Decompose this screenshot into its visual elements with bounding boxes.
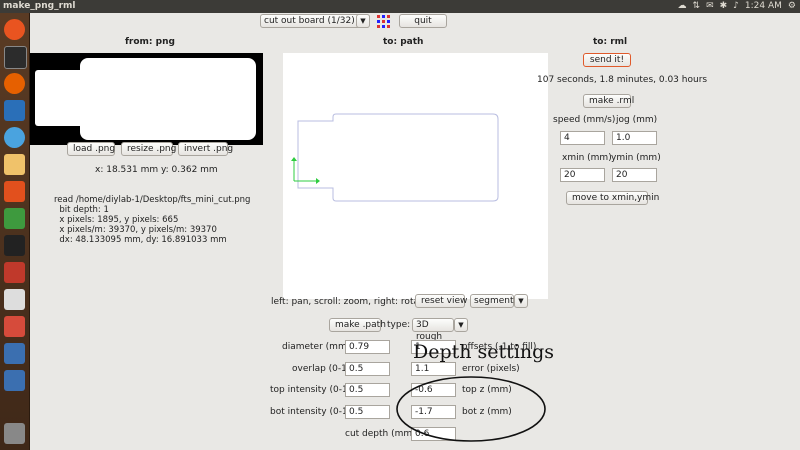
calc-icon[interactable] — [4, 208, 25, 229]
ymin-input[interactable]: 20 — [612, 168, 657, 182]
cursor-coords: x: 18.531 mm y: 0.362 mm — [95, 165, 218, 175]
grid-icon[interactable] — [377, 15, 390, 28]
top-intensity-input[interactable]: 0.5 — [345, 383, 390, 397]
load-png-button[interactable]: load .png — [67, 142, 115, 156]
job-time: 107 seconds, 1.8 minutes, 0.03 hours — [537, 75, 708, 85]
jog-input[interactable]: 1.0 — [612, 131, 657, 145]
overlap-label: overlap (0-1) — [292, 364, 351, 374]
overlap-input[interactable]: 0.5 — [345, 362, 390, 376]
quit-button[interactable]: quit — [399, 14, 447, 28]
python-idle-icon[interactable] — [4, 370, 25, 391]
top-panel: make_png_rml ☁ ⇅ ✉ ✱ ♪ 1:24 AM ⚙ — [0, 0, 800, 13]
annotation-circle — [396, 376, 546, 442]
ubuntu-home-icon[interactable] — [4, 19, 25, 40]
system-settings-icon[interactable] — [4, 289, 25, 310]
inkscape-icon[interactable] — [4, 235, 25, 256]
send-it-button[interactable]: send it! — [583, 53, 631, 67]
chevron-down-icon[interactable]: ▼ — [514, 294, 528, 308]
diameter-label: diameter (mm) — [282, 342, 351, 352]
launcher — [0, 13, 30, 450]
png-info: read /home/diylab-1/Desktop/fts_mini_cut… — [54, 195, 251, 245]
chevron-down-icon[interactable]: ▼ — [454, 318, 468, 332]
volume-icon[interactable]: ♪ — [733, 0, 739, 13]
trash-icon[interactable] — [4, 423, 25, 444]
app-icon[interactable] — [4, 316, 25, 337]
board-select[interactable]: cut out board (1/32) — [260, 14, 370, 28]
bot-intensity-label: bot intensity (0-1) — [270, 407, 352, 417]
text-editor-icon[interactable] — [4, 154, 25, 175]
clock[interactable]: 1:24 AM — [745, 0, 782, 13]
python-icon[interactable] — [4, 343, 25, 364]
path-canvas[interactable] — [283, 53, 548, 299]
diameter-input[interactable]: 0.79 — [345, 340, 390, 354]
invert-png-button[interactable]: invert .png — [178, 142, 233, 156]
settings-tool-icon[interactable] — [4, 262, 25, 283]
to-rml-header: to: rml — [593, 37, 628, 47]
reset-view-button[interactable]: reset view — [415, 294, 467, 308]
chevron-down-icon[interactable]: ▼ — [356, 14, 370, 28]
speed-input[interactable]: 4 — [560, 131, 605, 145]
from-png-header: from: png — [125, 37, 175, 47]
to-path-header: to: path — [383, 37, 424, 47]
cloud-icon[interactable]: ☁ — [678, 0, 687, 13]
make-path-button[interactable]: make .path — [329, 318, 386, 332]
terminal-icon[interactable] — [4, 46, 27, 69]
view-hint: left: pan, scroll: zoom, right: rotate — [271, 297, 429, 307]
speed-label: speed (mm/s) — [553, 115, 616, 125]
ymin-label: ymin (mm) — [611, 153, 661, 163]
system-tray: ☁ ⇅ ✉ ✱ ♪ 1:24 AM ⚙ — [678, 0, 796, 13]
settings-gear-icon[interactable]: ⚙ — [788, 0, 796, 13]
bot-intensity-input[interactable]: 0.5 — [345, 405, 390, 419]
xmin-label: xmin (mm) — [562, 153, 612, 163]
top-intensity-label: top intensity (0-1) — [270, 385, 352, 395]
app-window: cut out board (1/32) ▼ quit from: png lo… — [30, 13, 800, 450]
software-center-icon[interactable] — [4, 181, 25, 202]
network-icon[interactable]: ⇅ — [693, 0, 701, 13]
make-rml-button[interactable]: make .rml — [583, 94, 634, 108]
bluetooth-icon[interactable]: ✱ — [720, 0, 728, 13]
resize-png-button[interactable]: resize .png — [121, 142, 176, 156]
png-preview — [30, 53, 263, 145]
path-preview — [291, 113, 499, 202]
xmin-input[interactable]: 20 — [560, 168, 605, 182]
chromium-icon[interactable] — [4, 127, 25, 148]
jog-label: jog (mm) — [616, 115, 658, 125]
type-label: type: — [387, 320, 411, 330]
annotation-text: Depth settings — [413, 341, 555, 363]
writer-icon[interactable] — [4, 100, 25, 121]
view-mode-select[interactable]: segments — [470, 294, 518, 308]
window-title: make_png_rml — [3, 1, 76, 11]
type-select[interactable]: 3D rough — [412, 318, 454, 342]
move-to-xmin-ymin-button[interactable]: move to xmin,ymin — [566, 191, 659, 205]
firefox-icon[interactable] — [4, 73, 25, 94]
mail-icon[interactable]: ✉ — [706, 0, 714, 13]
